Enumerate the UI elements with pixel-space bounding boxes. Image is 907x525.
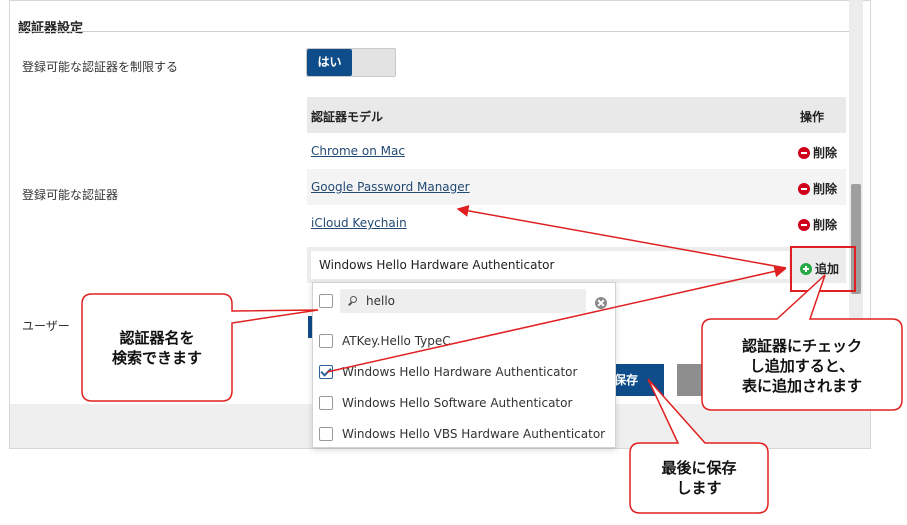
- arrow-to-table: [456, 204, 787, 269]
- callout-check-text: 認証器にチェック し追加すると、 表に追加されます: [704, 336, 900, 396]
- callout-line: 最後に保存: [661, 459, 737, 477]
- callout-line: し追加すると、: [749, 357, 855, 375]
- callout-line: します: [676, 479, 722, 497]
- callout-line: 表に追加されます: [741, 377, 862, 395]
- callout-save-text: 最後に保存 します: [632, 458, 766, 498]
- callout-line: 検索できます: [111, 349, 202, 367]
- annotation-overlay: [81, 204, 903, 514]
- callout-line: 認証器にチェック: [741, 337, 862, 355]
- callout-search-text: 認証器名を 検索できます: [84, 328, 230, 368]
- callout-line: 認証器名を: [119, 329, 195, 347]
